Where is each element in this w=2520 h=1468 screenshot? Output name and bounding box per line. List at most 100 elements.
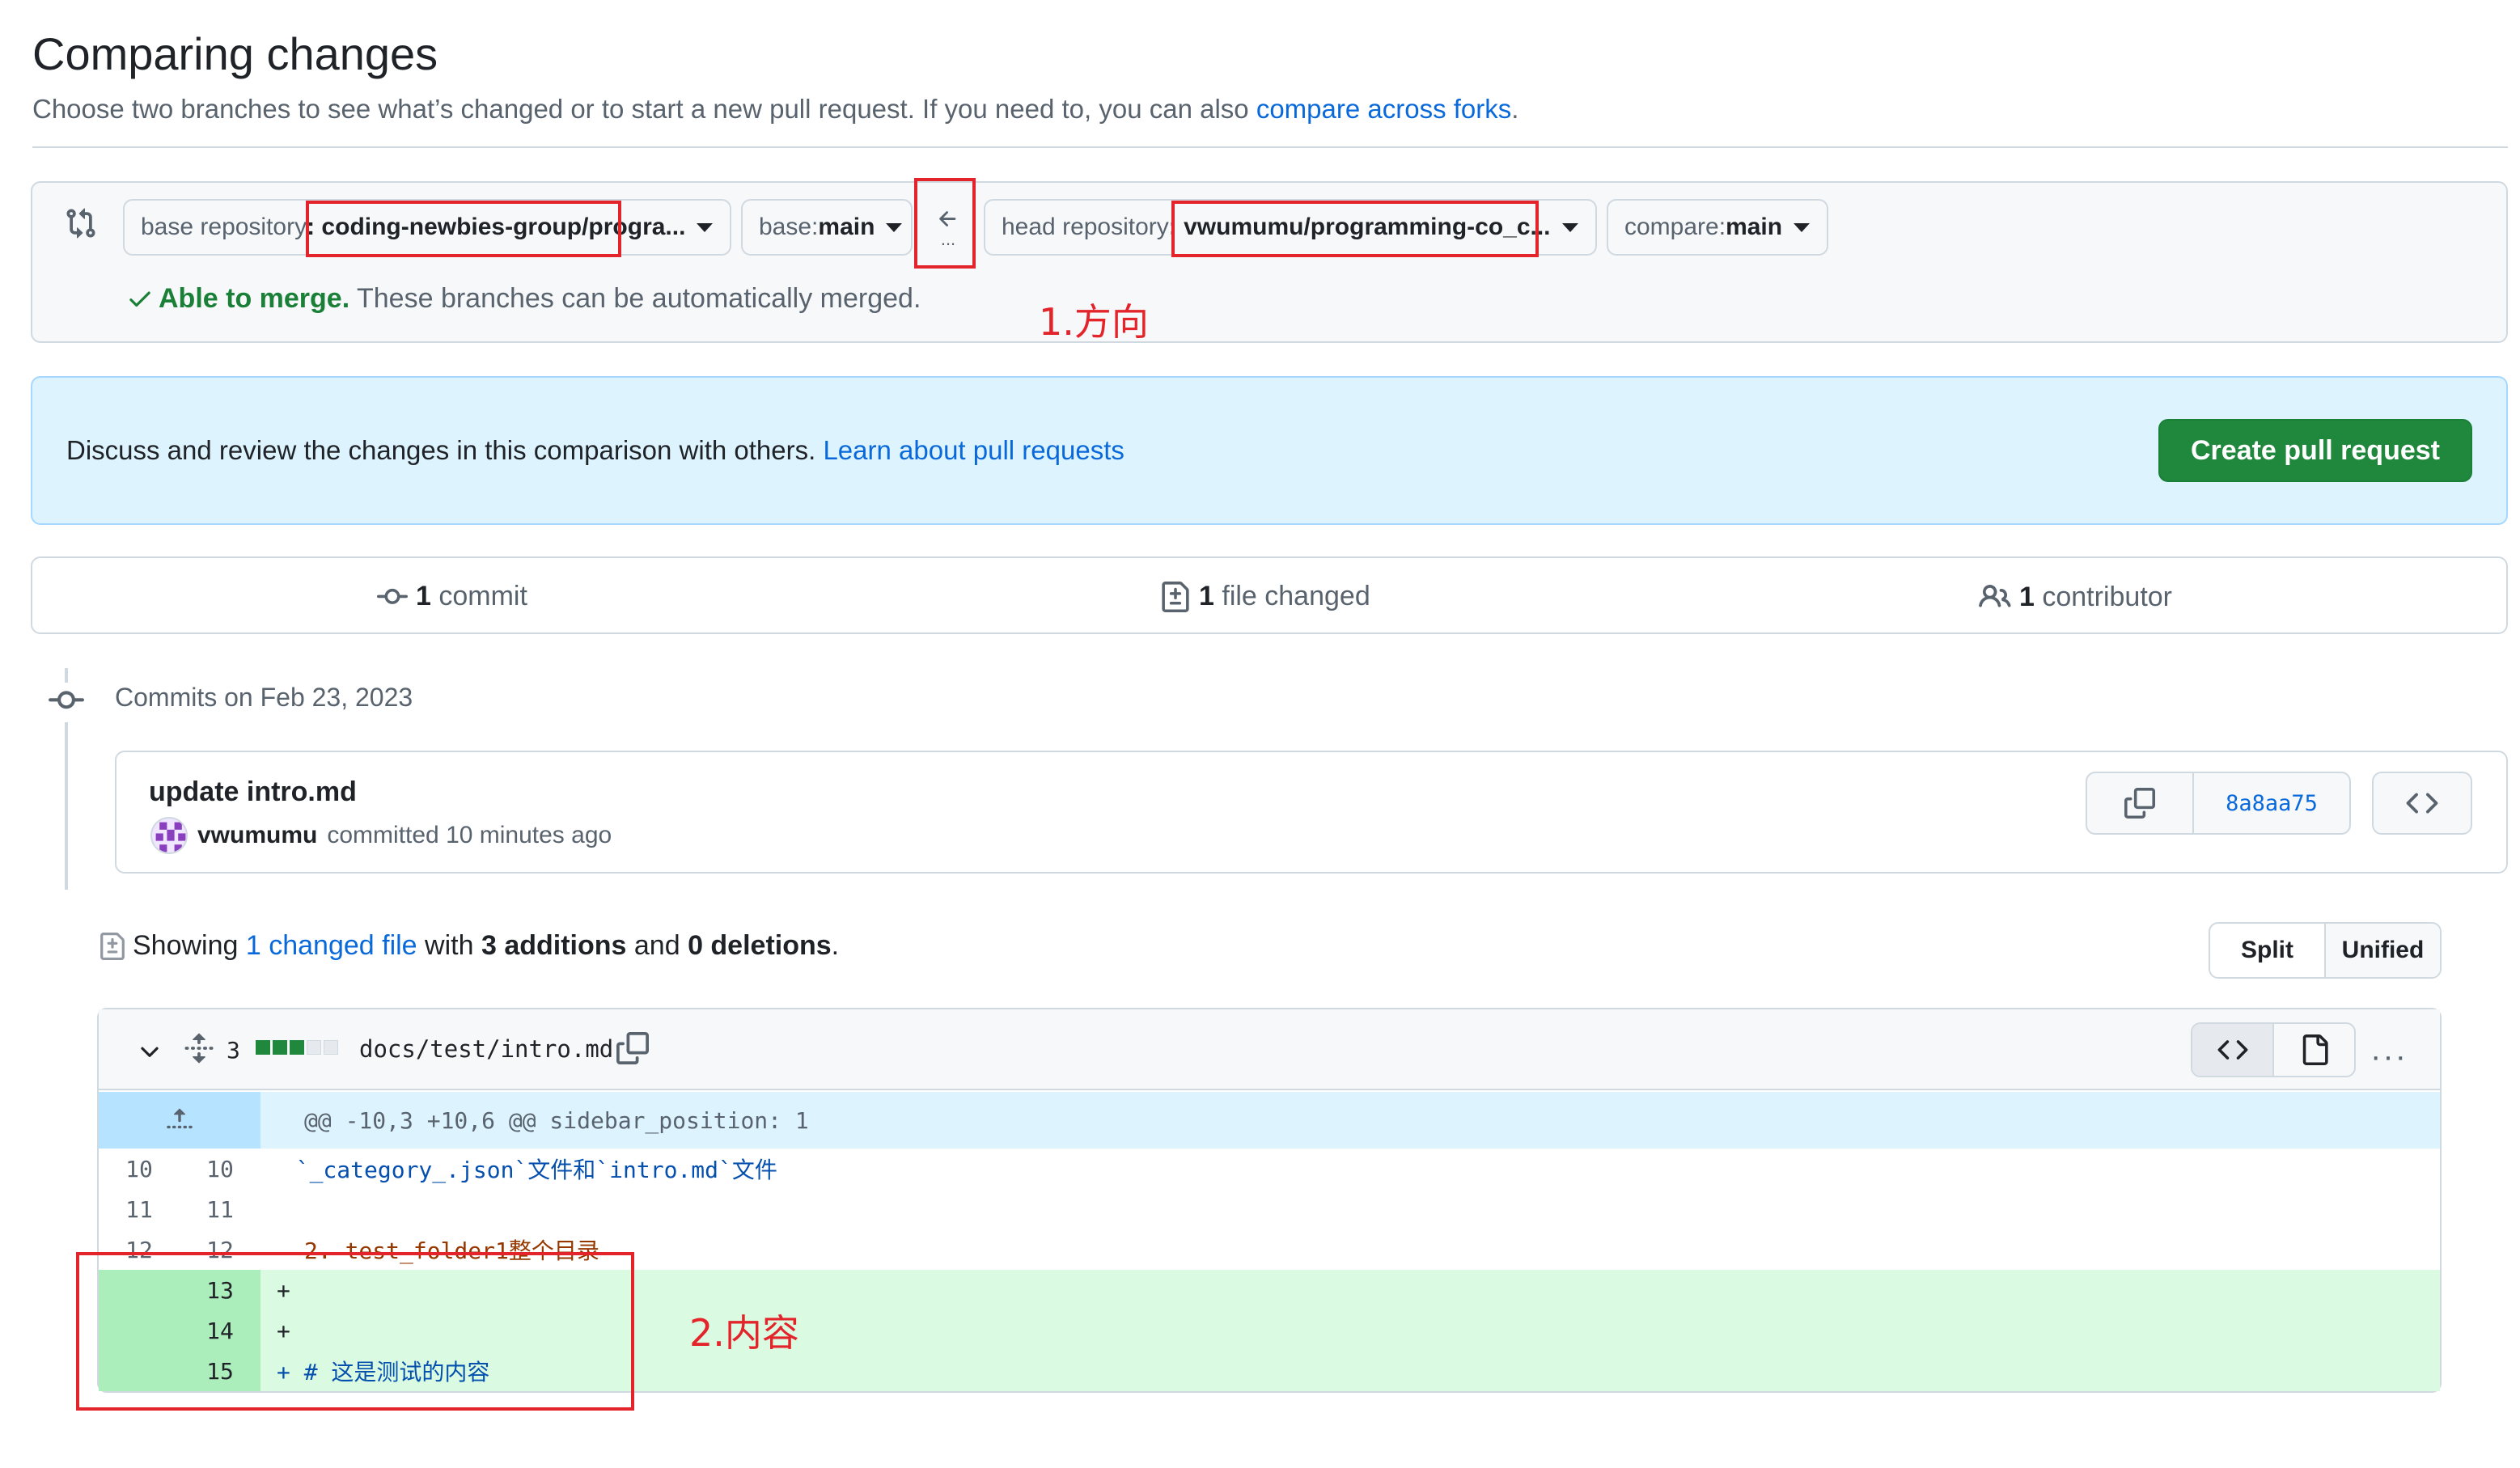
commit-meta: vwumumu committed 10 minutes ago — [150, 817, 612, 854]
annotation-content: 2.内容 — [689, 1311, 799, 1355]
check-icon — [129, 291, 150, 307]
diff-changes-count: 3 — [227, 1037, 240, 1064]
learn-pull-requests-link[interactable]: Learn about pull requests — [823, 435, 1124, 465]
additions-count: 3 additions — [481, 930, 627, 961]
merge-status: Able to merge. These branches can be aut… — [126, 283, 921, 315]
commits-date-heading: Commits on Feb 23, 2023 — [115, 683, 413, 712]
copy-sha-button[interactable] — [2087, 773, 2194, 833]
commit-sha-group: 8a8aa75 — [2086, 772, 2351, 835]
summary-suffix: . — [831, 930, 840, 961]
contributors-label: contributor — [2034, 581, 2173, 612]
files-count: 1 — [1199, 581, 1214, 611]
contributors-stat[interactable]: 1 contributor — [1979, 581, 2172, 613]
avatar[interactable] — [150, 817, 188, 854]
copy-icon — [2124, 788, 2155, 819]
diff-file-path[interactable]: docs/test/intro.md — [359, 1035, 613, 1063]
page-title: Comparing changes — [32, 28, 438, 79]
code-icon — [2217, 1040, 2247, 1060]
copy-icon — [616, 1032, 649, 1064]
commits-count: 1 — [416, 581, 431, 611]
commit-sha-link[interactable]: 8a8aa75 — [2194, 773, 2349, 833]
git-commit-icon — [377, 588, 408, 604]
old-line-number[interactable]: 11 — [99, 1189, 180, 1229]
chevron-down-icon — [141, 1047, 159, 1057]
discuss-message: Discuss and review the changes in this c… — [66, 435, 824, 465]
diffstat-block-added — [256, 1040, 270, 1055]
file-view-toggle — [2191, 1022, 2356, 1077]
fold-up-icon — [167, 1108, 193, 1129]
deletions-count: 0 deletions — [688, 930, 832, 961]
commit-title-link[interactable]: update intro.md — [149, 776, 357, 808]
new-line-number[interactable]: 11 — [180, 1189, 260, 1229]
compare-branch-select[interactable]: compare: main — [1607, 199, 1828, 256]
compare-across-forks-link[interactable]: compare across forks — [1256, 94, 1511, 124]
git-commit-icon — [49, 683, 84, 722]
diff-view-toggle: Split Unified — [2209, 922, 2442, 979]
commits-label: commit — [430, 581, 527, 611]
unfold-icon — [184, 1033, 214, 1064]
diffstat-block-neutral — [307, 1040, 321, 1055]
line-code: `_category_.json`文件和`intro.md`文件 — [269, 1157, 777, 1183]
subtitle-text: Choose two branches to see what’s change… — [32, 94, 1256, 124]
more-options-button[interactable]: ··· — [2370, 1039, 2408, 1075]
code-icon — [2406, 793, 2438, 814]
file-icon — [2302, 1034, 2328, 1065]
annotation-box-base-repo — [306, 201, 621, 257]
chevron-down-icon — [886, 222, 903, 232]
rich-diff-button[interactable] — [2274, 1024, 2354, 1076]
head-repo-label: head repository — [1002, 214, 1169, 240]
browse-repo-button[interactable] — [2372, 772, 2472, 835]
expand-all-button[interactable] — [183, 1032, 215, 1068]
diffstat-blocks — [256, 1040, 338, 1055]
unified-view-button[interactable]: Unified — [2324, 924, 2440, 977]
discuss-text: Discuss and review the changes in this c… — [66, 435, 1124, 466]
create-pull-request-button[interactable]: Create pull request — [2158, 419, 2472, 482]
diffstat-block-added — [290, 1040, 304, 1055]
base-branch-value: main — [818, 214, 875, 240]
summary-and: and — [626, 930, 688, 961]
files-label: file changed — [1213, 581, 1370, 611]
compare-branch-value: main — [1726, 214, 1783, 240]
merge-status-message: These branches can be automatically merg… — [349, 283, 921, 314]
files-changed-stat[interactable]: 1 file changed — [1160, 581, 1370, 612]
annotation-box-content — [76, 1252, 634, 1411]
annotation-box-swap — [914, 178, 976, 269]
expand-up-button[interactable] — [99, 1092, 260, 1149]
collapse-file-button[interactable] — [136, 1039, 163, 1070]
diffstat-block-neutral — [324, 1040, 338, 1055]
diff-summary: Showing 1 changed file with 3 additions … — [99, 930, 839, 962]
file-diff-icon — [100, 932, 125, 960]
diff-line: 10 10 `_category_.json`文件和`intro.md`文件 — [99, 1149, 2440, 1189]
split-view-button[interactable]: Split — [2210, 924, 2324, 977]
commits-stat[interactable]: 1 commit — [377, 581, 527, 612]
chevron-down-icon — [1794, 222, 1811, 232]
chevron-down-icon — [697, 222, 714, 232]
diffstat-block-added — [273, 1040, 287, 1055]
commit-time: committed 10 minutes ago — [327, 822, 612, 848]
old-line-number[interactable]: 10 — [99, 1149, 180, 1189]
changed-files-link[interactable]: 1 changed file — [246, 930, 417, 961]
compare-branch-label: compare: — [1624, 214, 1726, 240]
new-line-number[interactable]: 10 — [180, 1149, 260, 1189]
annotation-direction: 1.方向 — [1039, 300, 1149, 344]
page-subtitle: Choose two branches to see what’s change… — [32, 94, 1518, 125]
annotation-box-head-repo — [1171, 201, 1539, 257]
diff-line: 11 11 — [99, 1189, 2440, 1229]
merge-status-label: Able to merge. — [159, 283, 350, 314]
base-branch-label: base: — [759, 214, 819, 240]
hunk-header-text: @@ -10,3 +10,6 @@ sidebar_position: 1 — [304, 1106, 809, 1134]
base-repo-label: base repository — [141, 214, 307, 240]
hunk-header-row: @@ -10,3 +10,6 @@ sidebar_position: 1 — [99, 1092, 2440, 1149]
chevron-down-icon — [1561, 222, 1578, 232]
commit-author[interactable]: vwumumu — [197, 822, 317, 849]
source-diff-button[interactable] — [2192, 1024, 2274, 1076]
base-branch-select[interactable]: base: main — [741, 199, 913, 256]
contributors-count: 1 — [2019, 581, 2035, 612]
copy-path-button[interactable] — [616, 1032, 649, 1068]
file-diff-icon — [1162, 581, 1189, 612]
summary-with: with — [417, 930, 481, 961]
people-icon — [1979, 584, 2011, 607]
git-compare-icon — [65, 207, 97, 243]
summary-prefix: Showing — [133, 930, 246, 961]
divider — [32, 146, 2508, 148]
